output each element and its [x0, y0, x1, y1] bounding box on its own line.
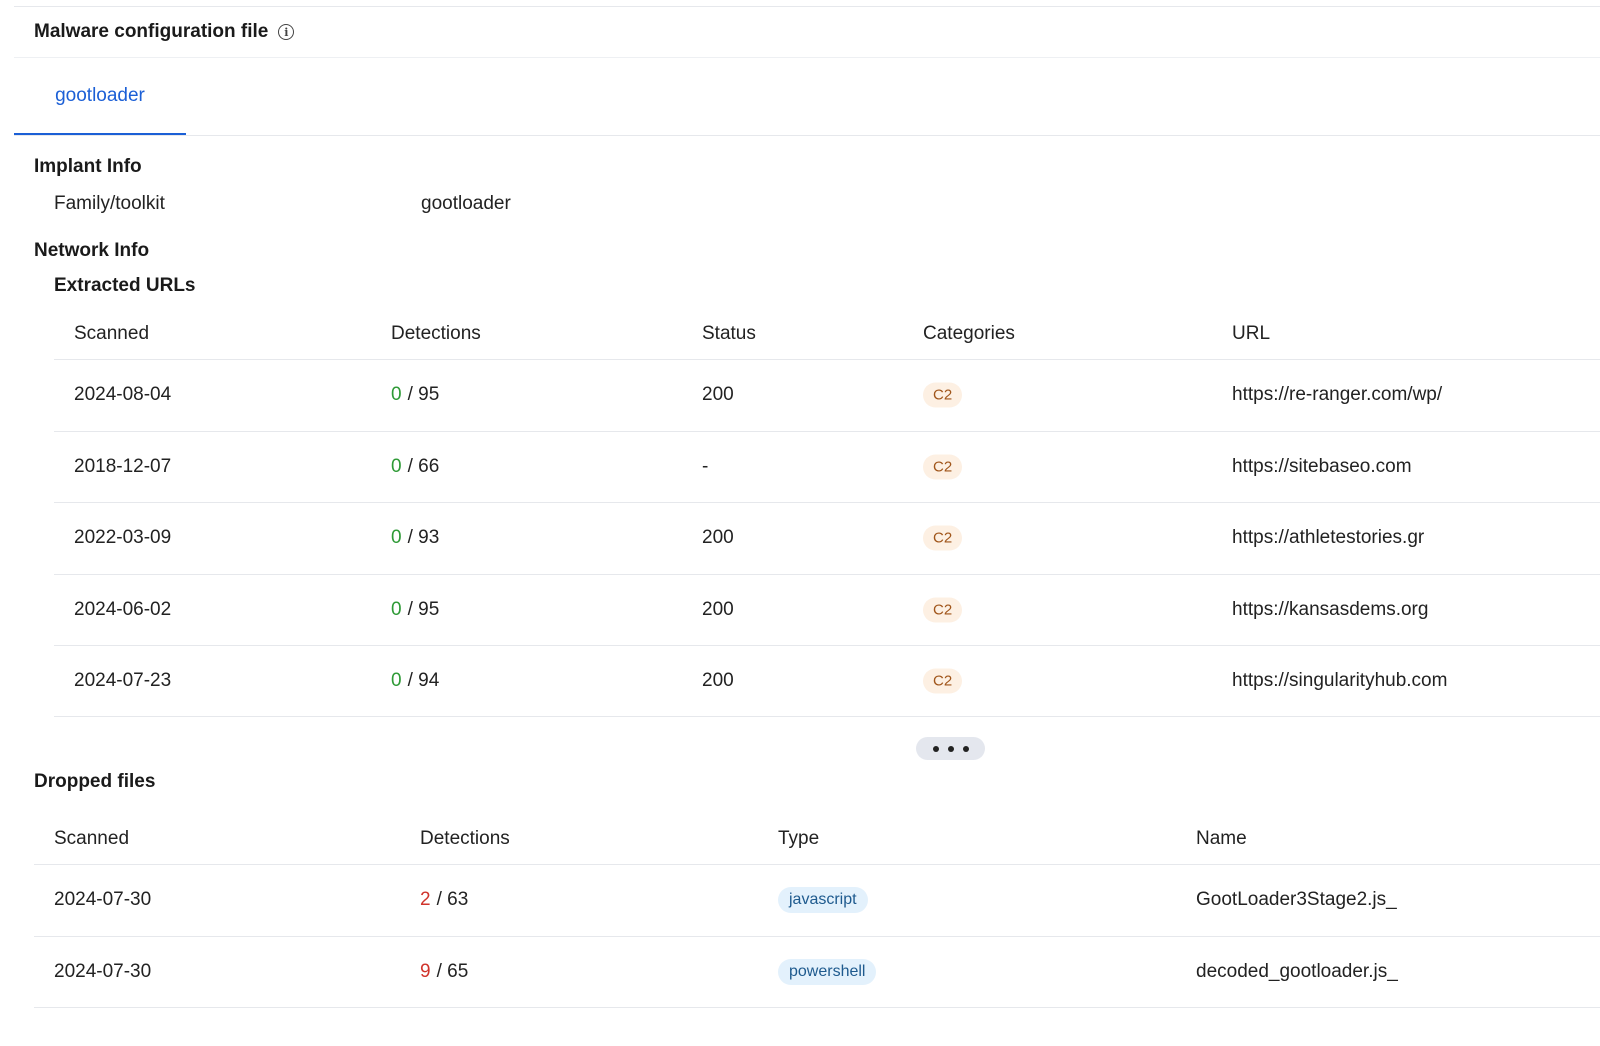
- table-header: Scanned Detections Status Categories URL: [54, 309, 1600, 359]
- tab-gootloader[interactable]: gootloader: [14, 58, 186, 136]
- column-header-type[interactable]: Type: [778, 828, 819, 850]
- scanned-date: 2024-07-23: [74, 669, 172, 691]
- detections-positive: 0: [391, 669, 402, 691]
- category-badge[interactable]: C2: [923, 454, 963, 480]
- file-type-badge[interactable]: powershell: [778, 958, 877, 985]
- detections-positive: 0: [391, 455, 402, 477]
- section-header: Malware configuration file i: [34, 18, 295, 46]
- detections-total: / 94: [407, 669, 440, 691]
- table-row[interactable]: 2024-08-04 0/ 95 200 C2 https://re-range…: [54, 359, 1600, 431]
- detections-total: / 95: [407, 598, 440, 620]
- type-cell: javascript: [778, 887, 868, 914]
- column-header-scanned[interactable]: Scanned: [54, 828, 129, 850]
- column-header-name[interactable]: Name: [1196, 828, 1247, 850]
- family-toolkit-value: gootloader: [421, 193, 511, 214]
- category-cell: C2: [923, 597, 963, 623]
- table-row[interactable]: 2022-03-09 0/ 93 200 C2 https://athletes…: [54, 502, 1600, 574]
- show-more-button[interactable]: [916, 737, 985, 760]
- dropped-files-heading: Dropped files: [34, 771, 156, 792]
- type-cell: powershell: [778, 958, 877, 985]
- table-row[interactable]: 2024-07-30 9/ 65 powershell decoded_goot…: [34, 935, 1600, 1008]
- table-row[interactable]: 2024-07-30 2/ 63 javascript GootLoader3S…: [34, 864, 1600, 936]
- column-header-url[interactable]: URL: [1232, 323, 1270, 345]
- detections-positive: 9: [420, 960, 431, 982]
- divider: [14, 6, 1600, 7]
- scanned-date: 2024-08-04: [74, 384, 172, 406]
- table-row[interactable]: 2024-07-23 0/ 94 200 C2 https://singular…: [54, 645, 1600, 717]
- detections-positive: 0: [391, 598, 402, 620]
- extracted-urls-heading: Extracted URLs: [54, 275, 196, 296]
- implant-info-heading: Implant Info: [34, 156, 142, 177]
- detections[interactable]: 0/ 66: [391, 456, 439, 478]
- url-link[interactable]: https://re-ranger.com/wp/: [1232, 384, 1442, 406]
- divider: [34, 1007, 1600, 1008]
- file-type-badge[interactable]: javascript: [778, 887, 868, 914]
- detections-total: / 95: [407, 384, 440, 406]
- detections-positive: 0: [391, 384, 402, 406]
- column-header-detections[interactable]: Detections: [420, 828, 510, 850]
- detections-positive: 0: [391, 527, 402, 549]
- detections[interactable]: 2/ 63: [420, 889, 468, 911]
- category-cell: C2: [923, 525, 963, 551]
- table-header: Scanned Detections Type Name: [34, 814, 1600, 864]
- section-title: Malware configuration file: [34, 21, 269, 42]
- category-badge[interactable]: C2: [923, 382, 963, 408]
- category-cell: C2: [923, 382, 963, 408]
- file-name-link[interactable]: GootLoader3Stage2.js_: [1196, 889, 1397, 911]
- divider: [14, 135, 1600, 136]
- category-badge[interactable]: C2: [923, 668, 963, 694]
- extracted-urls-table: Scanned Detections Status Categories URL…: [54, 309, 1600, 717]
- detections-total: / 65: [436, 960, 469, 982]
- scanned-date: 2024-07-30: [54, 960, 152, 982]
- divider: [14, 57, 1600, 58]
- tab-label: gootloader: [55, 84, 145, 106]
- malware-config-panel: Malware configuration file i gootloader …: [0, 0, 1600, 1046]
- detections[interactable]: 0/ 95: [391, 384, 439, 406]
- url-link[interactable]: https://sitebaseo.com: [1232, 456, 1412, 478]
- more-horizontal-icon-dot: [932, 745, 939, 752]
- url-link[interactable]: https://kansasdems.org: [1232, 599, 1428, 621]
- column-header-detections[interactable]: Detections: [391, 323, 481, 345]
- scanned-date: 2022-03-09: [74, 527, 172, 549]
- table-row[interactable]: 2018-12-07 0/ 66 - C2 https://sitebaseo.…: [54, 430, 1600, 503]
- category-cell: C2: [923, 668, 963, 694]
- detections[interactable]: 0/ 95: [391, 599, 439, 621]
- category-badge[interactable]: C2: [923, 597, 963, 623]
- column-header-categories[interactable]: Categories: [923, 323, 1015, 345]
- detections[interactable]: 0/ 94: [391, 670, 439, 692]
- status-code: 200: [702, 598, 734, 620]
- column-header-status[interactable]: Status: [702, 323, 756, 345]
- detections-total: / 66: [407, 455, 440, 477]
- network-info-heading: Network Info: [34, 240, 150, 261]
- detections-positive: 2: [420, 889, 431, 911]
- category-badge[interactable]: C2: [923, 525, 963, 551]
- scanned-date: 2024-07-30: [54, 889, 152, 911]
- more-horizontal-icon-dot: [962, 745, 969, 752]
- more-horizontal-icon-dot: [947, 745, 954, 752]
- column-header-scanned[interactable]: Scanned: [74, 323, 149, 345]
- url-link[interactable]: https://athletestories.gr: [1232, 527, 1424, 549]
- status-code: 200: [702, 669, 734, 691]
- status-code: 200: [702, 527, 734, 549]
- family-toolkit-label: Family/toolkit: [54, 193, 165, 214]
- status-code: 200: [702, 384, 734, 406]
- dropped-files-table: Scanned Detections Type Name 2024-07-30 …: [34, 814, 1600, 1007]
- info-circle-icon[interactable]: i: [278, 24, 295, 40]
- scanned-date: 2018-12-07: [74, 455, 172, 477]
- detections-total: / 63: [436, 889, 469, 911]
- detections[interactable]: 9/ 65: [420, 961, 468, 983]
- detections[interactable]: 0/ 93: [391, 527, 439, 549]
- status-code: -: [702, 455, 709, 477]
- file-name-link[interactable]: decoded_gootloader.js_: [1196, 961, 1398, 983]
- table-row[interactable]: 2024-06-02 0/ 95 200 C2 https://kansasde…: [54, 573, 1600, 646]
- url-link[interactable]: https://singularityhub.com: [1232, 670, 1447, 692]
- category-cell: C2: [923, 454, 963, 480]
- scanned-date: 2024-06-02: [74, 598, 172, 620]
- detections-total: / 93: [407, 527, 440, 549]
